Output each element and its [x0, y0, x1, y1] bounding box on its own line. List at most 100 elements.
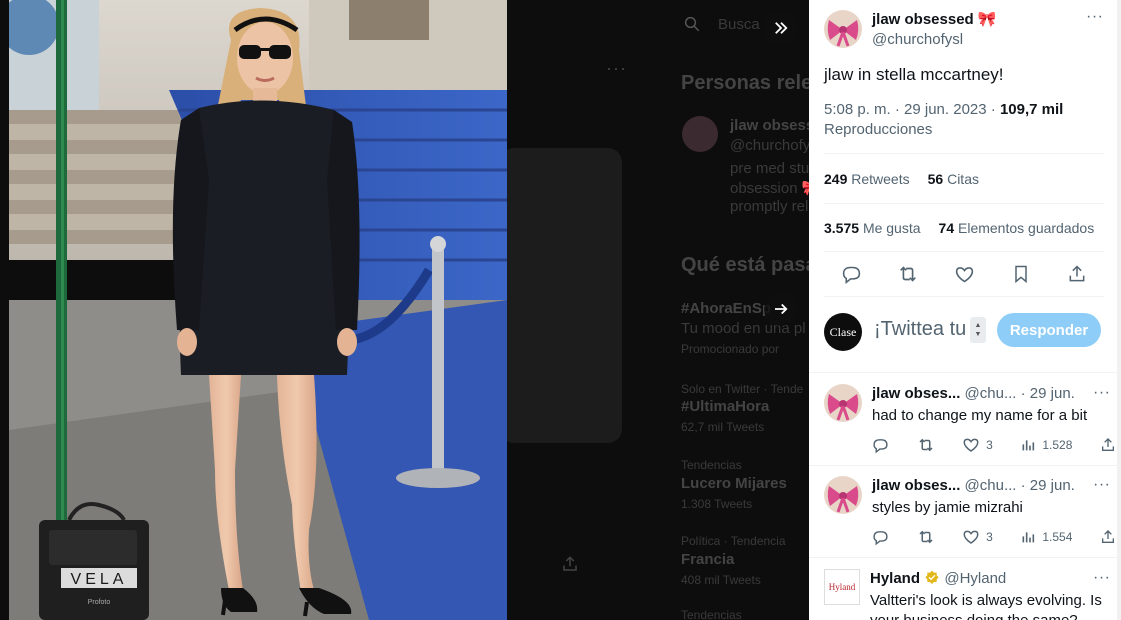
- tweet-photo[interactable]: VELA Profoto: [9, 0, 507, 620]
- tweet-text: jlaw in stella mccartney!: [824, 65, 1004, 84]
- tweet-meta: 5:08 p. m. · 29 jun. 2023 · 109,7 mil Re…: [824, 100, 1104, 140]
- trend-context: Tendencias: [681, 458, 742, 472]
- people-bio: pre med stu: [730, 160, 809, 177]
- share-icon: [1101, 530, 1114, 543]
- reply-date[interactable]: · 29 jun.: [1021, 385, 1075, 402]
- views-button[interactable]: 1.554: [1020, 529, 1072, 545]
- more-icon[interactable]: ···: [1093, 569, 1110, 587]
- heart-icon: [955, 266, 973, 282]
- avatar[interactable]: Hyland: [824, 569, 860, 605]
- like-stats: 3.575 Me gusta 74 Elementos guardados: [824, 220, 1094, 236]
- reply-author-name[interactable]: jlaw obses...: [872, 385, 960, 402]
- heart-icon: [963, 438, 979, 452]
- like-button[interactable]: 3: [962, 436, 993, 454]
- author-handle[interactable]: @churchofysl: [872, 30, 997, 50]
- reply-composer: Clase ¡Twittea tu ▲ ▼ Responder: [824, 312, 1109, 352]
- like-button[interactable]: 3: [962, 528, 993, 546]
- divider: [809, 557, 1117, 558]
- screen: Busca ··· Personas rele jlaw obsess @chu…: [0, 0, 1121, 620]
- trend-context: Política · Tendencia: [681, 534, 786, 548]
- reply-submit-button[interactable]: Responder: [997, 313, 1101, 347]
- reply-tweet[interactable]: jlaw obses... @chu... · 29 jun. styles b…: [824, 476, 1114, 545]
- tweet-views-label: Reproducciones: [824, 121, 933, 138]
- like-count: 3: [986, 530, 993, 544]
- reply-author-name[interactable]: jlaw obses...: [872, 477, 960, 494]
- trend-name[interactable]: Francia: [681, 551, 734, 568]
- trending-heading: Qué está pasa: [681, 254, 809, 276]
- chevron-up-icon: ▲: [974, 322, 982, 329]
- profoto-brand: Profoto: [88, 599, 111, 606]
- trend-tag[interactable]: #UltimaHora: [681, 398, 769, 415]
- reply-actions: 3 1.554: [872, 528, 1116, 546]
- trend-promoted: Promocionado por: [681, 342, 780, 356]
- trend-name[interactable]: Lucero Mijares: [681, 475, 787, 492]
- people-name[interactable]: jlaw obsess: [730, 117, 809, 134]
- promoted-tweet[interactable]: Hyland Hyland @Hyland Valtteri's look is…: [824, 569, 1114, 620]
- reply-tweet[interactable]: jlaw obses... @chu... · 29 jun. had to c…: [824, 384, 1114, 453]
- avatar[interactable]: [824, 10, 862, 48]
- divider: [809, 372, 1117, 373]
- retweet-button[interactable]: [917, 436, 935, 454]
- share-button[interactable]: [1100, 437, 1116, 453]
- more-icon[interactable]: ···: [1086, 8, 1103, 26]
- retweet-button[interactable]: [896, 262, 920, 286]
- tweet-detail-panel: jlaw obsessed 🎀 @churchofysl ··· jlaw in…: [809, 0, 1121, 620]
- main-tweet-header: jlaw obsessed 🎀 @churchofysl: [824, 10, 1109, 50]
- author-name[interactable]: jlaw obsessed 🎀: [872, 10, 997, 30]
- retweet-button[interactable]: [917, 528, 935, 546]
- search-input[interactable]: Busca: [718, 16, 760, 33]
- bow-avatar-image: [824, 10, 862, 48]
- reply-icon: [873, 530, 888, 545]
- more-icon[interactable]: ···: [1093, 476, 1110, 494]
- scrollbar[interactable]: [1117, 0, 1121, 620]
- reply-icon: [873, 438, 888, 453]
- share-button[interactable]: [1065, 262, 1089, 286]
- bookmark-button[interactable]: [1009, 262, 1033, 286]
- collapse-panel-button[interactable]: [764, 11, 798, 45]
- retweet-icon: [899, 266, 916, 282]
- trend-context: Solo en Twitter · Tende: [681, 382, 804, 396]
- avatar[interactable]: [682, 116, 718, 152]
- arrow-right-icon: [775, 303, 788, 315]
- avatar[interactable]: [824, 384, 862, 422]
- reply-button[interactable]: [872, 437, 889, 454]
- trend-count: 1.308 Tweets: [681, 497, 753, 511]
- bow-avatar-image: [824, 476, 862, 514]
- share-icon: [1101, 438, 1114, 451]
- more-icon[interactable]: ···: [1093, 384, 1110, 402]
- retweet-icon: [919, 438, 933, 452]
- chevron-double-right-icon: [775, 22, 788, 34]
- reply-button[interactable]: [839, 262, 863, 286]
- people-bio: obsession 🎀: [730, 180, 809, 197]
- people-bio: promptly rel: [730, 198, 809, 215]
- bookmark-icon: [1014, 265, 1027, 284]
- more-icon[interactable]: ···: [606, 58, 627, 79]
- chevron-down-icon: ▼: [974, 331, 982, 338]
- quotes-stat[interactable]: 56 Citas: [928, 171, 979, 187]
- like-button[interactable]: [952, 262, 976, 286]
- likes-stat[interactable]: 3.575 Me gusta: [824, 220, 921, 236]
- reply-author-handle[interactable]: @chu...: [965, 477, 1017, 494]
- input-stepper[interactable]: ▲ ▼: [970, 317, 986, 343]
- trend-tag[interactable]: #AhoraEnSp: [681, 300, 771, 317]
- next-image-button[interactable]: [764, 292, 798, 326]
- reply-author-name[interactable]: Hyland: [870, 570, 920, 587]
- views-button[interactable]: 1.528: [1020, 437, 1072, 453]
- retweets-stat[interactable]: 249 Retweets: [824, 171, 910, 187]
- avatar[interactable]: Clase: [824, 313, 862, 351]
- reply-author-handle[interactable]: @Hyland: [944, 570, 1006, 587]
- share-button[interactable]: [1100, 529, 1116, 545]
- bookmarks-stat[interactable]: 74 Elementos guardados: [939, 220, 1095, 236]
- tweet-timestamp[interactable]: 5:08 p. m. · 29 jun. 2023 ·: [824, 101, 1000, 118]
- reply-date[interactable]: · 29 jun.: [1021, 477, 1075, 494]
- like-count: 3: [986, 438, 993, 452]
- reply-input[interactable]: ¡Twittea tu: [874, 318, 969, 341]
- reply-author-handle[interactable]: @chu...: [965, 385, 1017, 402]
- avatar[interactable]: [824, 476, 862, 514]
- reply-text: had to change my name for a bit: [872, 407, 1088, 424]
- tweet-actions: [839, 262, 1089, 286]
- search-icon[interactable]: [683, 15, 701, 33]
- reply-button[interactable]: [872, 529, 889, 546]
- share-icon[interactable]: [561, 555, 579, 573]
- views-icon: [1022, 532, 1035, 543]
